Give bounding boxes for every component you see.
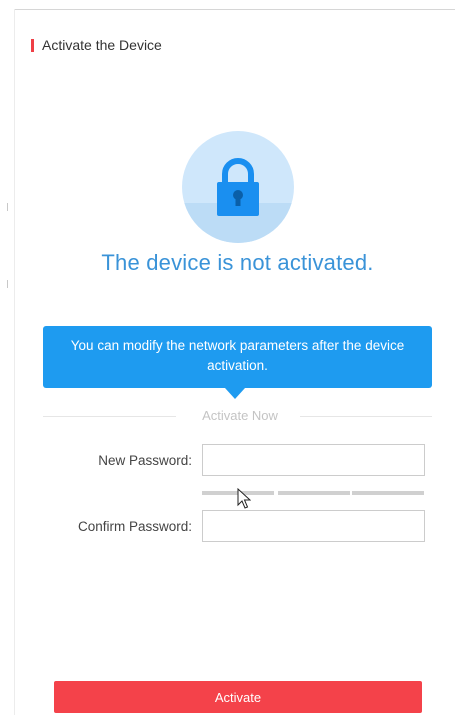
new-password-label: New Password:: [98, 453, 192, 468]
divider-line-right: [300, 416, 432, 417]
new-password-input[interactable]: [202, 444, 425, 476]
edge-tick: [7, 280, 8, 288]
mouse-pointer-icon: [237, 488, 251, 509]
activate-now-label: Activate Now: [202, 408, 278, 423]
password-strength-segment-3: [352, 491, 424, 495]
activate-button[interactable]: Activate: [54, 681, 422, 713]
panel-left-border: [14, 9, 15, 715]
header-accent-bar: [31, 38, 34, 52]
tooltip-arrow: [225, 388, 245, 399]
lock-icon: [217, 158, 259, 216]
password-strength-segment-2: [278, 491, 350, 495]
edge-tick: [7, 203, 8, 211]
panel-top-border: [14, 9, 455, 10]
page-header: Activate the Device: [31, 37, 162, 53]
tooltip-text: You can modify the network parameters af…: [70, 338, 405, 373]
lock-badge: [182, 131, 294, 243]
info-tooltip: You can modify the network parameters af…: [43, 326, 432, 388]
divider-line-left: [43, 416, 176, 417]
confirm-password-input[interactable]: [202, 510, 425, 542]
page-title: Activate the Device: [42, 37, 162, 53]
confirm-password-label: Confirm Password:: [77, 519, 192, 534]
activation-status-message: The device is not activated.: [101, 250, 374, 275]
